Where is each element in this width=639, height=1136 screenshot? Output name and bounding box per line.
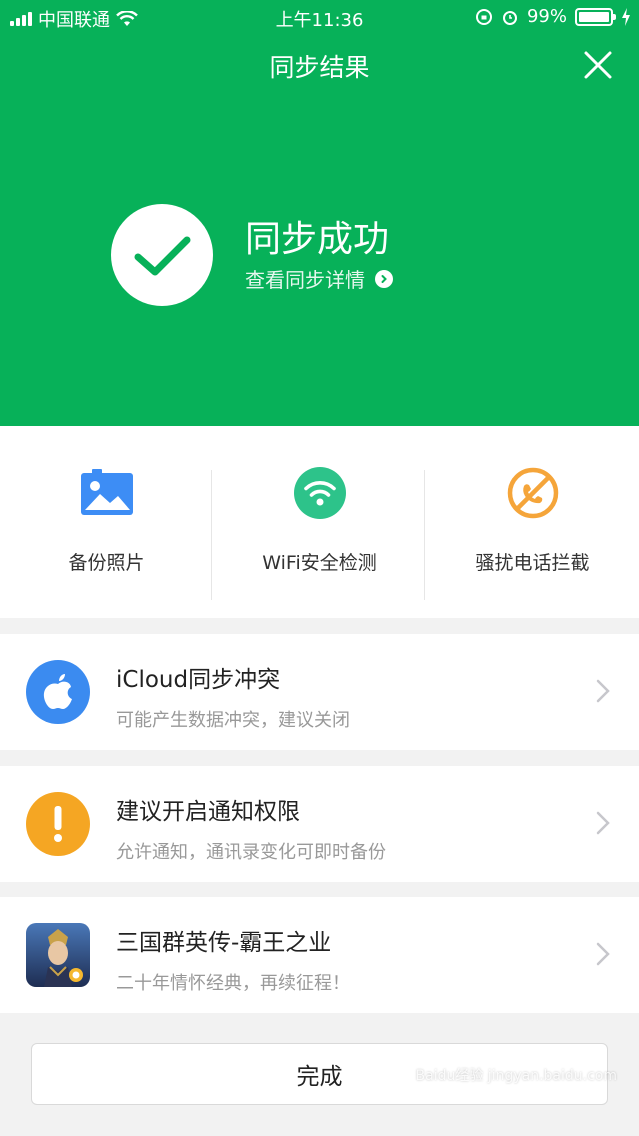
result-title: 同步成功 <box>245 219 390 260</box>
divider <box>211 470 212 600</box>
block-call-icon <box>506 466 560 520</box>
status-bar: 中国联通 上午11:36 99% <box>0 0 639 34</box>
card-subtitle: 允许通知，通讯录变化可即时备份 <box>116 842 386 863</box>
exclamation-icon <box>26 792 90 856</box>
rotation-lock-icon <box>475 8 492 25</box>
tool-wifi-check[interactable]: WiFi安全检测 <box>213 426 426 618</box>
battery-icon <box>575 7 616 26</box>
divider <box>424 470 425 600</box>
result-header: 中国联通 上午11:36 99% 同步结果 同步成功 查看同步详情 <box>0 0 639 426</box>
checkmark-icon <box>134 236 191 276</box>
close-icon <box>584 51 612 79</box>
photo-icon <box>80 466 134 520</box>
chevron-right-icon <box>375 269 393 288</box>
success-badge <box>111 204 213 306</box>
game-icon <box>26 923 90 987</box>
charging-icon <box>622 7 630 26</box>
card-game-ad[interactable]: 三国群英传-霸王之业 二十年情怀经典，再续征程！ <box>0 897 639 1013</box>
close-button[interactable] <box>583 50 613 80</box>
page-title: 同步结果 <box>269 53 370 82</box>
tools-row: 备份照片 WiFi安全检测 骚扰电话拦截 <box>0 426 639 618</box>
tool-label: 骚扰电话拦截 <box>475 552 590 574</box>
tool-label: WiFi安全检测 <box>262 552 377 574</box>
card-title: iCloud同步冲突 <box>116 667 281 693</box>
tool-backup-photos[interactable]: 备份照片 <box>0 426 213 618</box>
battery-percent: 99% <box>526 6 567 27</box>
view-details-label: 查看同步详情 <box>245 268 365 292</box>
tool-label: 备份照片 <box>68 552 145 574</box>
alarm-icon <box>502 10 517 25</box>
chevron-right-icon <box>596 942 610 966</box>
card-notification-permission[interactable]: 建议开启通知权限 允许通知，通讯录变化可即时备份 <box>0 766 639 882</box>
chevron-right-icon <box>596 679 610 703</box>
tool-block-calls[interactable]: 骚扰电话拦截 <box>426 426 639 618</box>
chevron-right-icon <box>596 811 610 835</box>
card-title: 建议开启通知权限 <box>116 799 300 825</box>
watermark: Baidu经验 jingyan.baidu.com <box>415 1068 617 1084</box>
view-details-link[interactable]: 查看同步详情 <box>245 264 393 293</box>
card-subtitle: 二十年情怀经典，再续征程！ <box>116 973 350 994</box>
wifi-icon <box>293 466 347 520</box>
card-subtitle: 可能产生数据冲突，建议关闭 <box>116 710 350 731</box>
apple-icon <box>26 660 90 724</box>
card-icloud-conflict[interactable]: iCloud同步冲突 可能产生数据冲突，建议关闭 <box>0 634 639 750</box>
card-title: 三国群英传-霸王之业 <box>116 930 332 956</box>
